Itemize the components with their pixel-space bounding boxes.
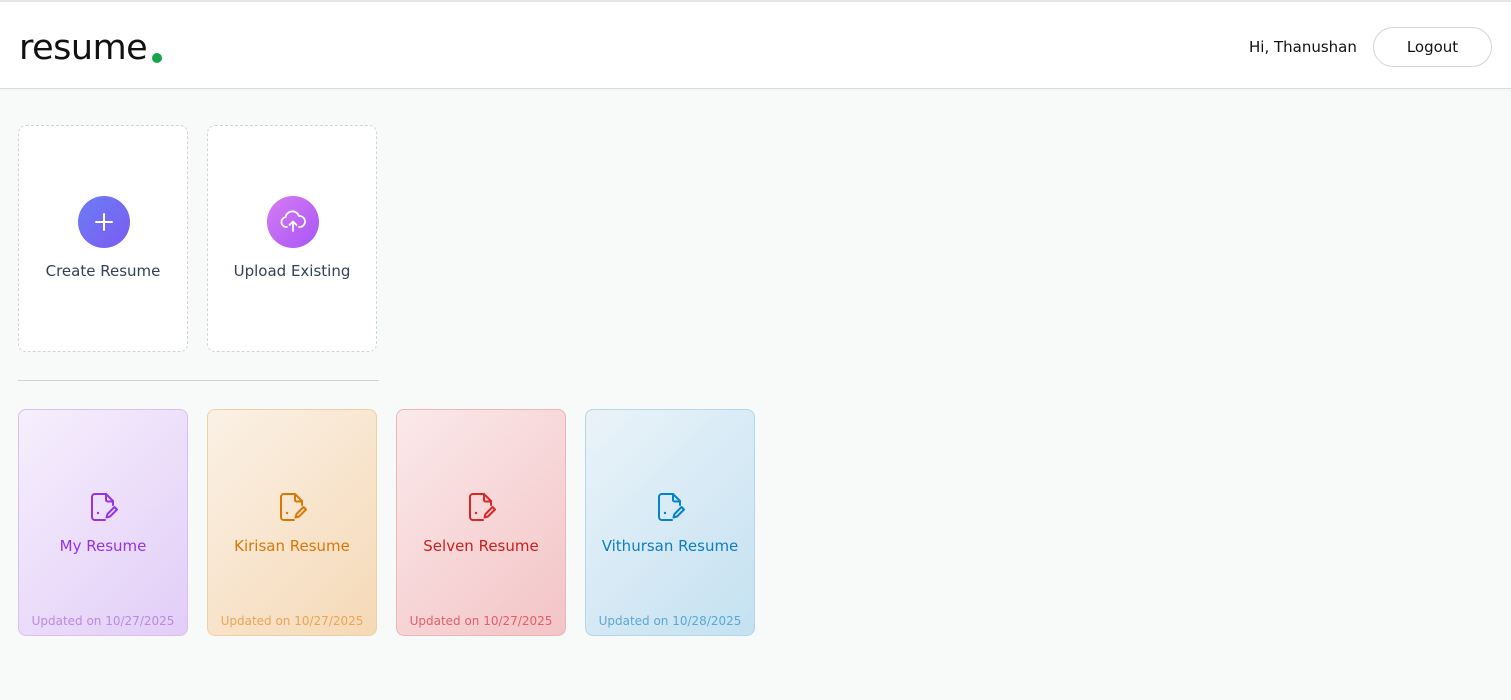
resume-updated-date: Updated on 10/27/2025: [409, 614, 553, 628]
logout-button[interactable]: Logout: [1373, 27, 1492, 67]
file-edit-icon: [469, 493, 496, 521]
section-divider: [18, 380, 379, 381]
resume-card-vithursan-resume[interactable]: Vithursan Resume Updated on 10/28/2025: [585, 409, 755, 636]
plus-icon: [78, 196, 130, 248]
app-logo[interactable]: resume: [19, 28, 163, 68]
upload-existing-card[interactable]: Upload Existing: [207, 125, 377, 352]
resume-card-selven-resume[interactable]: Selven Resume Updated on 10/27/2025: [396, 409, 566, 636]
cloud-upload-icon: [267, 196, 319, 248]
resume-title: My Resume: [59, 537, 147, 555]
upload-existing-label: Upload Existing: [233, 262, 351, 280]
create-resume-card[interactable]: Create Resume: [18, 125, 188, 352]
file-edit-icon: [280, 493, 307, 521]
top-header: resume Hi, Thanushan Logout: [0, 0, 1511, 89]
file-edit-icon: [91, 493, 118, 521]
resume-title: Selven Resume: [423, 537, 539, 555]
create-resume-label: Create Resume: [45, 262, 161, 280]
resume-updated-date: Updated on 10/28/2025: [598, 614, 742, 628]
resume-title: Vithursan Resume: [601, 537, 739, 555]
resume-updated-date: Updated on 10/27/2025: [220, 614, 364, 628]
resume-card-my-resume[interactable]: My Resume Updated on 10/27/2025: [18, 409, 188, 636]
resume-updated-date: Updated on 10/27/2025: [31, 614, 175, 628]
file-edit-icon: [658, 493, 685, 521]
user-greeting: Hi, Thanushan: [1249, 38, 1357, 56]
resume-title: Kirisan Resume: [234, 537, 350, 555]
logo-text: resume: [19, 28, 148, 68]
resume-card-kirisan-resume[interactable]: Kirisan Resume Updated on 10/27/2025: [207, 409, 377, 636]
logo-dot: [152, 53, 163, 63]
